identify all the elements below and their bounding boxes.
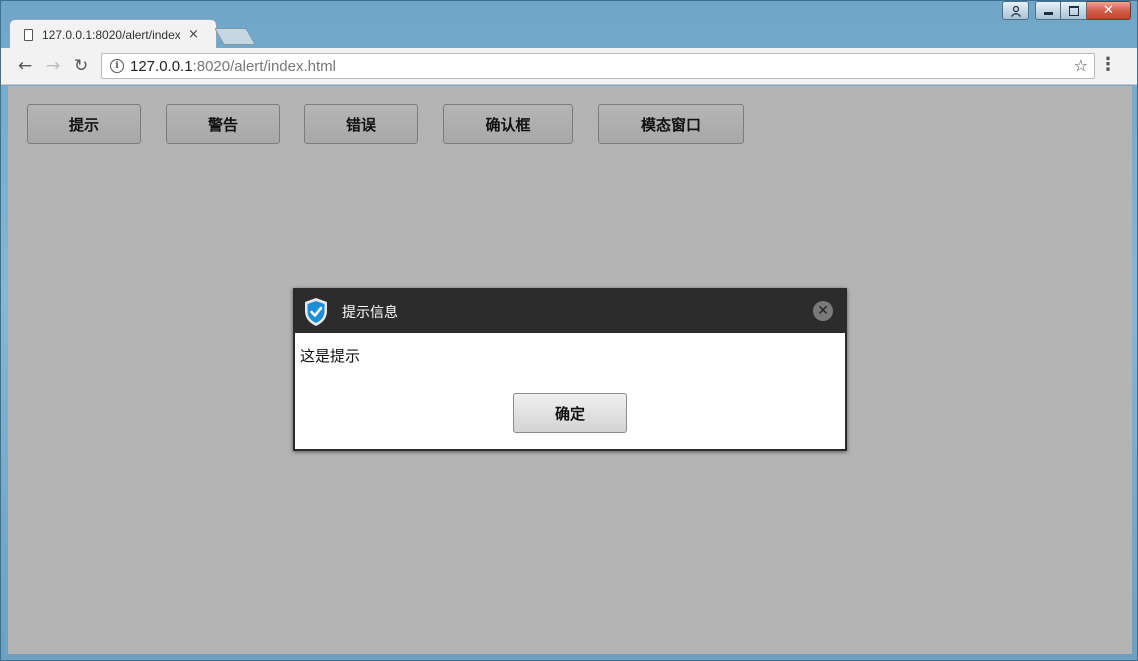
ok-button[interactable]: 确定 bbox=[513, 393, 627, 433]
modal-window-button[interactable]: 模态窗口 bbox=[598, 104, 744, 144]
dialog-header: 提示信息 ✕ bbox=[295, 290, 845, 333]
dialog-message: 这是提示 bbox=[300, 347, 361, 365]
window-close-button[interactable]: ✕ bbox=[1087, 1, 1131, 20]
back-icon[interactable]: ← bbox=[18, 56, 32, 76]
address-bar[interactable]: i 127.0.0.1:8020/alert/index.html ☆ bbox=[101, 53, 1095, 79]
url-text[interactable]: 127.0.0.1:8020/alert/index.html bbox=[130, 58, 336, 75]
alert-dialog: 提示信息 ✕ 这是提示 确定 bbox=[293, 288, 847, 451]
profile-icon[interactable] bbox=[1002, 1, 1029, 20]
url-path: :8020/alert/index.html bbox=[192, 57, 336, 75]
confirm-button[interactable]: 确认框 bbox=[443, 104, 573, 144]
minimize-icon bbox=[1043, 12, 1053, 15]
tip-button[interactable]: 提示 bbox=[27, 104, 141, 144]
url-host: 127.0.0.1 bbox=[130, 57, 193, 75]
error-button[interactable]: 错误 bbox=[304, 104, 418, 144]
window-caption-buttons: ✕ bbox=[1002, 1, 1131, 22]
browser-menu-icon[interactable]: ⋮ bbox=[1099, 56, 1117, 74]
browser-tab-active[interactable]: 127.0.0.1:8020/alert/index.html × bbox=[9, 19, 217, 49]
site-info-icon[interactable]: i bbox=[110, 59, 124, 73]
browser-toolbar: ← → ↻ i 127.0.0.1:8020/alert/index.html … bbox=[1, 48, 1137, 85]
minimize-button[interactable] bbox=[1035, 1, 1061, 20]
warning-button[interactable]: 警告 bbox=[166, 104, 280, 144]
maximize-button[interactable] bbox=[1061, 1, 1087, 20]
shield-check-icon bbox=[305, 297, 327, 326]
forward-icon[interactable]: → bbox=[46, 56, 60, 76]
close-icon: ✕ bbox=[1103, 3, 1114, 18]
reload-icon[interactable]: ↻ bbox=[74, 56, 88, 76]
new-tab-button[interactable] bbox=[214, 28, 256, 45]
person-icon bbox=[1010, 5, 1021, 17]
page-icon bbox=[24, 28, 33, 41]
tab-close-icon[interactable]: × bbox=[188, 27, 199, 42]
browser-window: ✕ 127.0.0.1:8020/alert/index.html × ← → … bbox=[0, 0, 1138, 661]
dialog-title: 提示信息 bbox=[342, 304, 398, 321]
tab-title: 127.0.0.1:8020/alert/index.html bbox=[42, 27, 180, 42]
bookmark-star-icon[interactable]: ☆ bbox=[1074, 56, 1088, 75]
maximize-icon bbox=[1068, 5, 1079, 16]
dialog-close-icon[interactable]: ✕ bbox=[813, 301, 833, 321]
